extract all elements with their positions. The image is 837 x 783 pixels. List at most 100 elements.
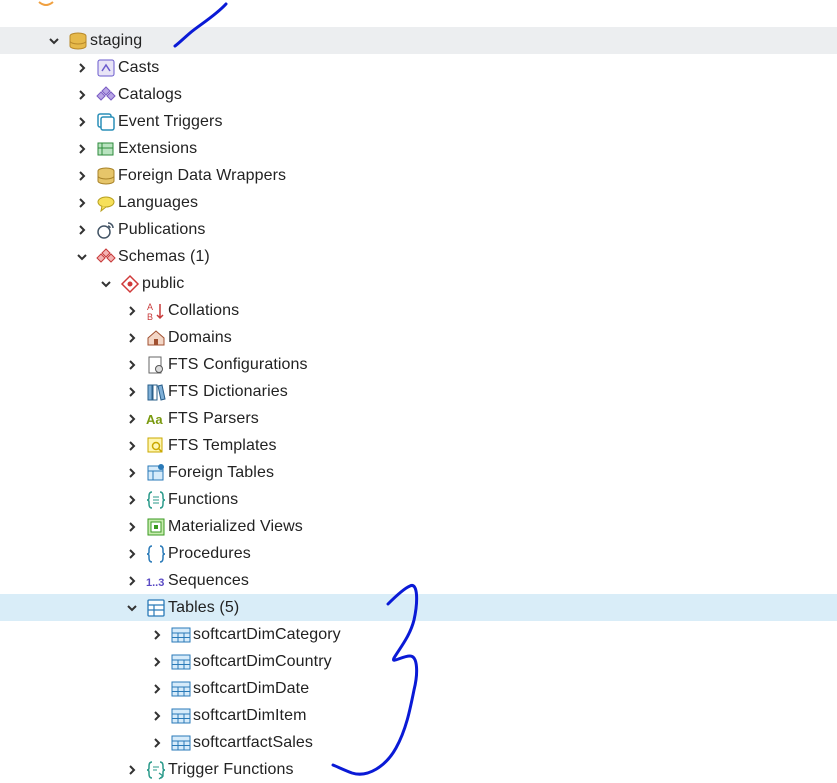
tree-item-label: Materialized Views <box>168 517 303 535</box>
schemas-icon <box>96 247 116 267</box>
tables-icon <box>146 598 166 618</box>
tree-item-label: FTS Configurations <box>168 355 308 373</box>
tree-item-publications[interactable]: Publications <box>0 216 837 243</box>
tree-item-table[interactable]: softcartDimDate <box>0 675 837 702</box>
chevron-right-icon[interactable] <box>74 60 90 76</box>
chevron-right-icon[interactable] <box>149 681 165 697</box>
foreign-tables-icon <box>146 463 166 483</box>
tree-item-fts-parsers[interactable]: Aa FTS Parsers <box>0 405 837 432</box>
chevron-right-icon[interactable] <box>124 303 140 319</box>
chevron-right-icon[interactable] <box>74 222 90 238</box>
tree-item-catalogs[interactable]: Catalogs <box>0 81 837 108</box>
chevron-right-icon[interactable] <box>124 411 140 427</box>
foreign-data-wrappers-icon <box>96 166 116 186</box>
tree-item-table[interactable]: softcartDimCategory <box>0 621 837 648</box>
chevron-right-icon[interactable] <box>149 627 165 643</box>
chevron-down-icon[interactable] <box>46 33 62 49</box>
tree-item-fts-templates[interactable]: FTS Templates <box>0 432 837 459</box>
tree-item-label: Domains <box>168 328 232 346</box>
chevron-right-icon[interactable] <box>124 384 140 400</box>
table-icon <box>171 706 191 726</box>
fts-templates-icon <box>146 436 166 456</box>
table-icon <box>171 625 191 645</box>
tree-item-label: Collations <box>168 301 240 319</box>
tree-item-partial[interactable] <box>0 0 837 17</box>
tree-item-materialized-views[interactable]: Materialized Views <box>0 513 837 540</box>
chevron-right-icon[interactable] <box>124 492 140 508</box>
chevron-right-icon[interactable] <box>74 114 90 130</box>
tree-item-label: Publications <box>118 220 206 238</box>
tree-item-domains[interactable]: Domains <box>0 324 837 351</box>
chevron-right-icon[interactable] <box>149 708 165 724</box>
tree-item-public[interactable]: public <box>0 270 837 297</box>
chevron-down-icon[interactable] <box>124 600 140 616</box>
functions-icon <box>146 490 166 510</box>
tree-item-label: public <box>142 274 185 292</box>
tree-item-label: Languages <box>118 193 199 211</box>
tree-item-trigger-functions[interactable]: Trigger Functions <box>0 756 837 783</box>
tree-item-label: staging <box>90 31 143 49</box>
tree-item-label: softcartfactSales <box>193 733 313 751</box>
publications-icon <box>96 220 116 240</box>
tree-item-label: softcartDimCategory <box>193 625 341 643</box>
tree-item-extensions[interactable]: Extensions <box>0 135 837 162</box>
tree-item-label: Functions <box>168 490 239 508</box>
chevron-down-icon[interactable] <box>98 276 114 292</box>
chevron-right-icon[interactable] <box>124 762 140 778</box>
event-triggers-icon <box>96 112 116 132</box>
chevron-right-icon[interactable] <box>124 357 140 373</box>
tree-item-table[interactable]: softcartDimItem <box>0 702 837 729</box>
tree-item-procedures[interactable]: Procedures <box>0 540 837 567</box>
svg-text:A: A <box>147 302 153 312</box>
tree-item-label: Event Triggers <box>118 112 223 130</box>
tree-item-foreign-data-wrappers[interactable]: Foreign Data Wrappers <box>0 162 837 189</box>
tree-item-schemas[interactable]: Schemas (1) <box>0 243 837 270</box>
tree-item-tables[interactable]: Tables (5) <box>0 594 837 621</box>
chevron-down-icon[interactable] <box>74 249 90 265</box>
chevron-right-icon[interactable] <box>74 195 90 211</box>
chevron-right-icon[interactable] <box>124 438 140 454</box>
chevron-right-icon[interactable] <box>124 519 140 535</box>
tree-item-sequences[interactable]: 1..3 Sequences <box>0 567 837 594</box>
svg-text:1..3: 1..3 <box>146 577 164 589</box>
schema-icon <box>120 274 140 294</box>
tree-item-casts[interactable]: Casts <box>0 54 837 81</box>
tree-item-label: softcartDimCountry <box>193 652 332 670</box>
chevron-right-icon[interactable] <box>149 735 165 751</box>
tree-item-label: Catalogs <box>118 85 182 103</box>
fts-configurations-icon <box>146 355 166 375</box>
chevron-right-icon[interactable] <box>124 573 140 589</box>
tree-item-table[interactable]: softcartDimCountry <box>0 648 837 675</box>
tree-item-label: FTS Dictionaries <box>168 382 288 400</box>
tree-item-label: Extensions <box>118 139 198 157</box>
tree-item-table[interactable]: softcartfactSales <box>0 729 837 756</box>
database-icon <box>68 31 88 51</box>
tree-item-event-triggers[interactable]: Event Triggers <box>0 108 837 135</box>
tree-item-label: FTS Templates <box>168 436 277 454</box>
tree-item-fts-dictionaries[interactable]: FTS Dictionaries <box>0 378 837 405</box>
tree-item-label: Casts <box>118 58 160 76</box>
tree-item-foreign-tables[interactable]: Foreign Tables <box>0 459 837 486</box>
tree-item-label: Schemas (1) <box>118 247 210 265</box>
table-icon <box>171 679 191 699</box>
tree-item-fts-configurations[interactable]: FTS Configurations <box>0 351 837 378</box>
tree-item-label: softcartDimDate <box>193 679 310 697</box>
chevron-right-icon[interactable] <box>149 654 165 670</box>
tree-item-label: Foreign Data Wrappers <box>118 166 287 184</box>
chevron-right-icon[interactable] <box>124 465 140 481</box>
tree-item-collations[interactable]: AB Collations <box>0 297 837 324</box>
tree-item-label: Sequences <box>168 571 249 589</box>
svg-text:Aa: Aa <box>146 412 163 427</box>
chevron-right-icon[interactable] <box>74 141 90 157</box>
tree-item-languages[interactable]: Languages <box>0 189 837 216</box>
fts-dictionaries-icon <box>146 382 166 402</box>
tree-item-functions[interactable]: Functions <box>0 486 837 513</box>
tree-item-label: Foreign Tables <box>168 463 275 481</box>
chevron-right-icon[interactable] <box>74 168 90 184</box>
tree-item-staging[interactable]: staging <box>0 27 837 54</box>
materialized-views-icon <box>146 517 166 537</box>
tree-item-label: Tables (5) <box>168 598 240 616</box>
chevron-right-icon[interactable] <box>124 330 140 346</box>
chevron-right-icon[interactable] <box>124 546 140 562</box>
chevron-right-icon[interactable] <box>74 87 90 103</box>
